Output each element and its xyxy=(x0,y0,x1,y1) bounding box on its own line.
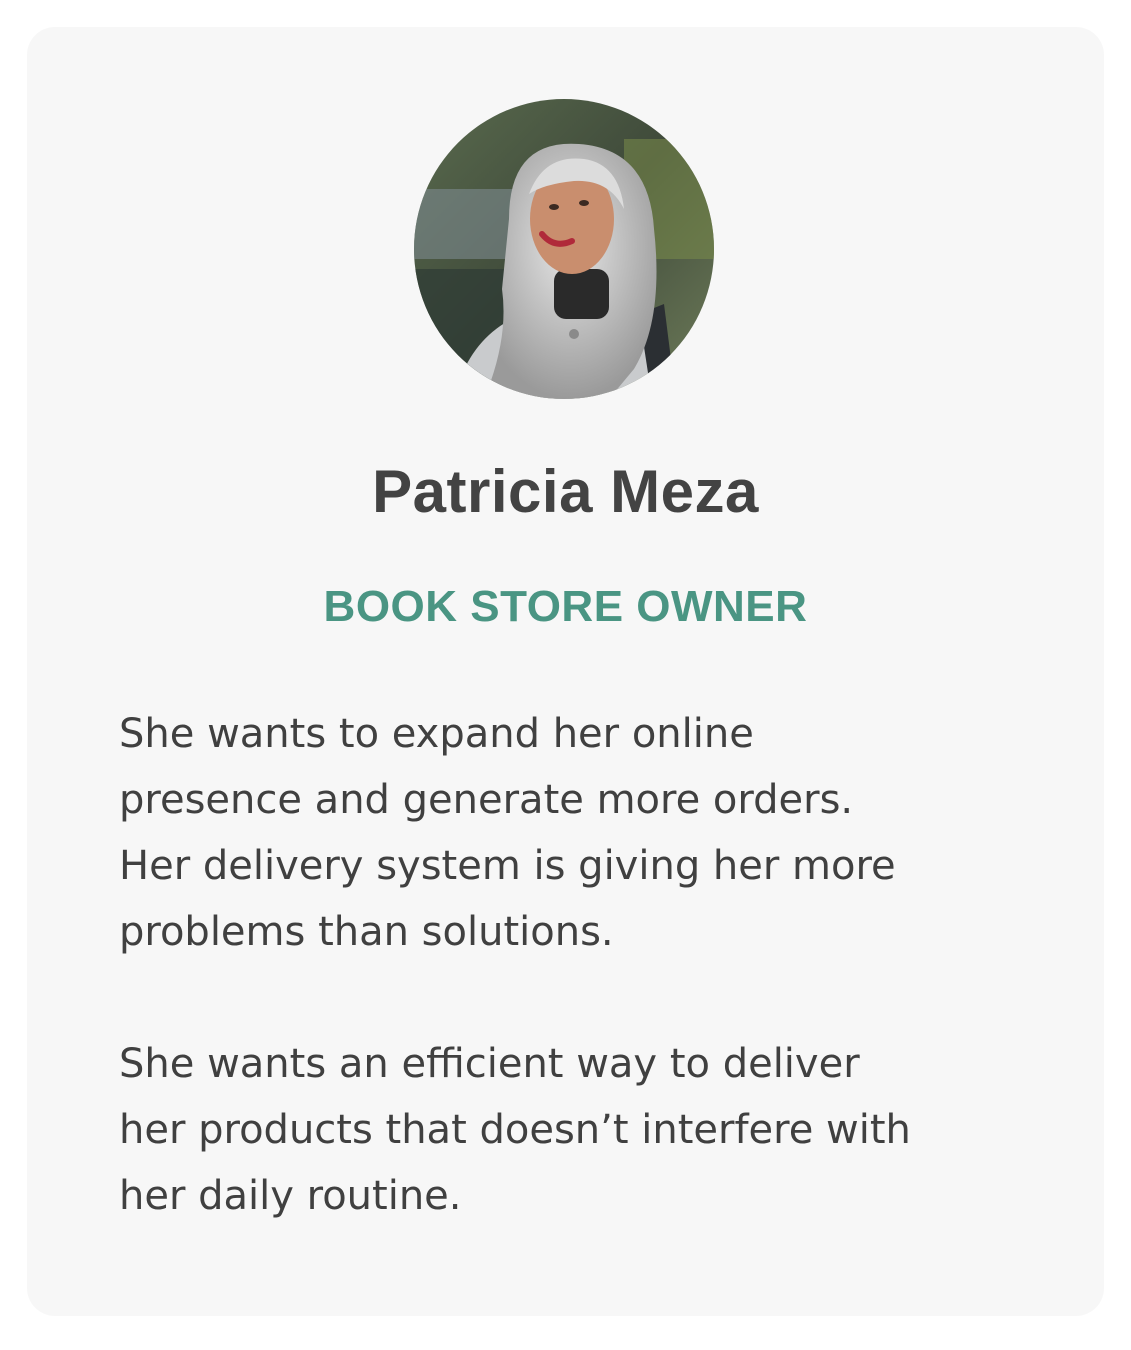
description-line: her daily routine. xyxy=(119,1173,462,1219)
persona-name: Patricia Meza xyxy=(372,458,759,525)
persona-description-goals: She wants to expand her online presence … xyxy=(119,701,1019,965)
description-line: presence and generate more orders. xyxy=(119,777,854,823)
persona-card: Patricia Meza BOOK STORE OWNER She wants… xyxy=(27,27,1104,1316)
description-line: her products that doesn’t interfere with xyxy=(119,1107,911,1153)
persona-description-needs: She wants an efficient way to deliver he… xyxy=(119,1031,1019,1229)
avatar-photo xyxy=(414,99,714,399)
persona-role: BOOK STORE OWNER xyxy=(323,582,808,631)
description-line: Her delivery system is giving her more xyxy=(119,843,896,889)
description-line: problems than solutions. xyxy=(119,909,614,955)
description-line: She wants to expand her online xyxy=(119,711,754,757)
description-line: She wants an efficient way to deliver xyxy=(119,1041,860,1087)
avatar xyxy=(414,99,714,399)
